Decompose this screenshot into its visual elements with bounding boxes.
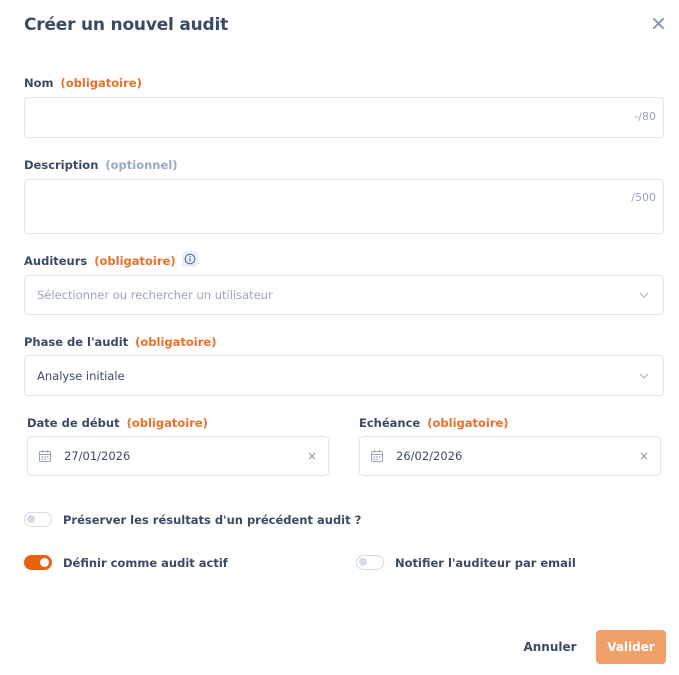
due-date-label: Echéance (obligatoire)	[359, 416, 509, 430]
submit-button[interactable]: Valider	[596, 630, 666, 664]
close-button[interactable]	[647, 12, 669, 34]
notify-auditor-toggle[interactable]	[356, 555, 384, 570]
start-date-required-tag: (obligatoire)	[126, 416, 208, 430]
auditors-required-tag: (obligatoire)	[94, 254, 176, 268]
cancel-button[interactable]: Annuler	[514, 632, 586, 662]
phase-required-tag: (obligatoire)	[135, 335, 217, 349]
auditors-select[interactable]: Sélectionner ou rechercher un utilisateu…	[24, 275, 664, 315]
close-icon	[652, 17, 664, 29]
name-label: Nom (obligatoire)	[24, 76, 142, 90]
preserve-results-label: Préserver les résultats d'un précédent a…	[63, 513, 362, 527]
notify-auditor-label: Notifier l'auditeur par email	[395, 556, 576, 570]
active-audit-toggle[interactable]	[24, 555, 52, 570]
name-required-tag: (obligatoire)	[60, 76, 142, 90]
due-date-value: 26/02/2026	[396, 449, 463, 463]
clear-icon[interactable]: ×	[639, 449, 649, 463]
auditors-label: Auditeurs (obligatoire)	[24, 254, 176, 268]
preserve-results-toggle[interactable]	[24, 512, 52, 527]
due-date-label-text: Echéance	[359, 416, 421, 430]
phase-label-text: Phase de l'audit	[24, 335, 129, 349]
auditors-label-text: Auditeurs	[24, 254, 88, 268]
name-label-text: Nom	[24, 76, 54, 90]
due-date-picker[interactable]: 26/02/2026 ×	[359, 436, 661, 476]
info-icon[interactable]	[182, 251, 198, 267]
active-audit-label: Définir comme audit actif	[63, 556, 228, 570]
chevron-down-icon	[639, 292, 649, 298]
phase-label: Phase de l'audit (obligatoire)	[24, 335, 216, 349]
calendar-icon	[38, 449, 52, 463]
name-char-counter: -/80	[634, 110, 656, 123]
start-date-label-text: Date de début	[27, 416, 120, 430]
clear-icon[interactable]: ×	[307, 449, 317, 463]
dialog-title: Créer un nouvel audit	[24, 15, 229, 35]
description-textarea[interactable]: /500	[24, 179, 664, 234]
phase-select[interactable]: Analyse initiale	[24, 355, 664, 396]
description-label-text: Description	[24, 158, 99, 172]
due-date-required-tag: (obligatoire)	[427, 416, 509, 430]
description-optional-tag: (optionnel)	[105, 158, 178, 172]
name-input[interactable]: -/80	[24, 97, 664, 138]
description-label: Description (optionnel)	[24, 158, 178, 172]
calendar-icon	[370, 449, 384, 463]
auditors-placeholder: Sélectionner ou rechercher un utilisateu…	[37, 288, 273, 302]
start-date-label: Date de début (obligatoire)	[27, 416, 208, 430]
phase-selected-value: Analyse initiale	[37, 368, 125, 383]
chevron-down-icon	[639, 373, 649, 379]
start-date-picker[interactable]: 27/01/2026 ×	[27, 436, 329, 476]
start-date-value: 27/01/2026	[64, 449, 131, 463]
description-char-counter: /500	[631, 191, 656, 204]
